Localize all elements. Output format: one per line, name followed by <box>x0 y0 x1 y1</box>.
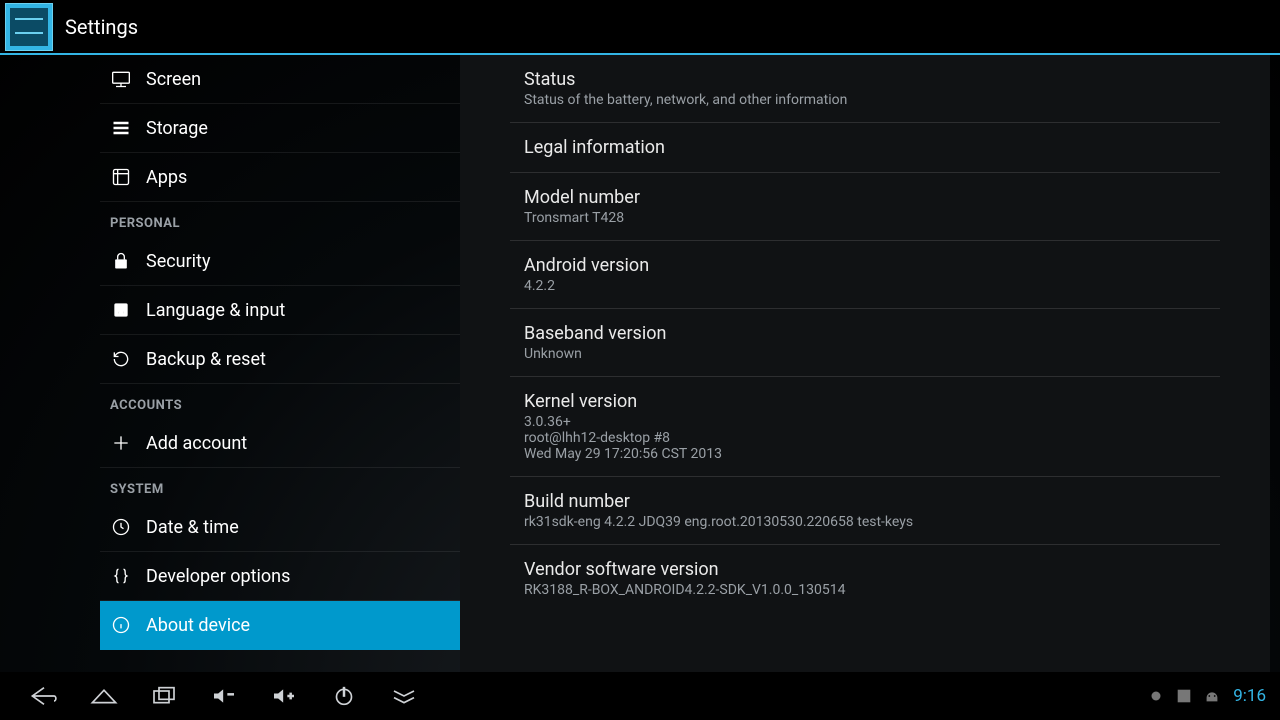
home-button[interactable] <box>74 672 134 720</box>
sidebar-item-about[interactable]: About device <box>100 601 460 650</box>
expand-button[interactable] <box>374 672 434 720</box>
system-nav-bar: 9:16 <box>0 672 1280 720</box>
sidebar-item-label: Security <box>146 251 210 272</box>
sidebar-item-label: Developer options <box>146 566 290 587</box>
pref-title: Vendor software version <box>524 559 1206 580</box>
info-icon <box>110 614 132 636</box>
recents-button[interactable] <box>134 672 194 720</box>
pref-summary: 4.2.2 <box>524 278 1206 294</box>
sidebar-item-label: Add account <box>146 433 247 454</box>
sidebar-item-security[interactable]: Security <box>100 237 460 286</box>
sidebar-item-backup[interactable]: Backup & reset <box>100 335 460 384</box>
pref-summary: RK3188_R-BOX_ANDROID4.2.2-SDK_V1.0.0_130… <box>524 582 1206 598</box>
status-clock[interactable]: 9:16 <box>1233 686 1266 706</box>
sidebar-item-developer[interactable]: Developer options <box>100 552 460 601</box>
action-bar: Settings <box>0 0 1280 55</box>
pref-android-version[interactable]: Android version 4.2.2 <box>510 241 1220 309</box>
status-dot-icon <box>1145 685 1167 707</box>
pref-summary: rk31sdk-eng 4.2.2 JDQ39 eng.root.2013053… <box>524 514 1206 530</box>
sidebar-item-label: Date & time <box>146 517 239 538</box>
pref-status[interactable]: Status Status of the battery, network, a… <box>510 55 1220 123</box>
sidebar-item-label: Language & input <box>146 300 285 321</box>
pref-summary: Unknown <box>524 346 1206 362</box>
status-ethernet-icon <box>1173 685 1195 707</box>
clock-icon <box>110 516 132 538</box>
pref-summary: Tronsmart T428 <box>524 210 1206 226</box>
settings-sidebar: Screen Storage Apps PERSONAL Security <box>5 55 460 672</box>
power-button[interactable] <box>314 672 374 720</box>
pref-baseband-version[interactable]: Baseband version Unknown <box>510 309 1220 377</box>
sidebar-item-apps[interactable]: Apps <box>100 153 460 202</box>
sidebar-item-screen[interactable]: Screen <box>100 55 460 104</box>
language-icon: A <box>110 299 132 321</box>
pref-title: Baseband version <box>524 323 1206 344</box>
section-header-personal: PERSONAL <box>100 202 460 237</box>
svg-text:A: A <box>117 305 125 317</box>
status-android-icon <box>1201 685 1223 707</box>
sidebar-item-label: About device <box>146 615 250 636</box>
pref-model-number[interactable]: Model number Tronsmart T428 <box>510 173 1220 241</box>
section-header-accounts: ACCOUNTS <box>100 384 460 419</box>
pref-title: Legal information <box>524 137 1206 158</box>
sidebar-item-language[interactable]: A Language & input <box>100 286 460 335</box>
volume-down-button[interactable] <box>194 672 254 720</box>
back-button[interactable] <box>14 672 74 720</box>
braces-icon <box>110 565 132 587</box>
pref-legal-info[interactable]: Legal information <box>510 123 1220 173</box>
plus-icon <box>110 432 132 454</box>
lock-icon <box>110 250 132 272</box>
sidebar-item-label: Backup & reset <box>146 349 266 370</box>
pref-summary: 3.0.36+ root@lhh12-desktop #8 Wed May 29… <box>524 414 1206 462</box>
pref-title: Status <box>524 69 1206 90</box>
detail-pane: Status Status of the battery, network, a… <box>460 55 1270 672</box>
monitor-icon <box>110 68 132 90</box>
sidebar-item-storage[interactable]: Storage <box>100 104 460 153</box>
section-header-system: SYSTEM <box>100 468 460 503</box>
sidebar-item-label: Storage <box>146 118 208 139</box>
pref-summary: Status of the battery, network, and othe… <box>524 92 1206 108</box>
settings-app-icon <box>5 3 53 51</box>
sidebar-item-add-account[interactable]: Add account <box>100 419 460 468</box>
sidebar-item-label: Apps <box>146 167 187 188</box>
storage-icon <box>110 117 132 139</box>
pref-vendor-version[interactable]: Vendor software version RK3188_R-BOX_AND… <box>510 545 1220 612</box>
restore-icon <box>110 348 132 370</box>
pref-title: Build number <box>524 491 1206 512</box>
pref-title: Android version <box>524 255 1206 276</box>
pref-title: Kernel version <box>524 391 1206 412</box>
apps-icon <box>110 166 132 188</box>
pref-build-number[interactable]: Build number rk31sdk-eng 4.2.2 JDQ39 eng… <box>510 477 1220 545</box>
sidebar-item-label: Screen <box>146 69 201 90</box>
pref-title: Model number <box>524 187 1206 208</box>
page-title: Settings <box>65 15 138 39</box>
volume-up-button[interactable] <box>254 672 314 720</box>
pref-kernel-version[interactable]: Kernel version 3.0.36+ root@lhh12-deskto… <box>510 377 1220 477</box>
sidebar-item-datetime[interactable]: Date & time <box>100 503 460 552</box>
